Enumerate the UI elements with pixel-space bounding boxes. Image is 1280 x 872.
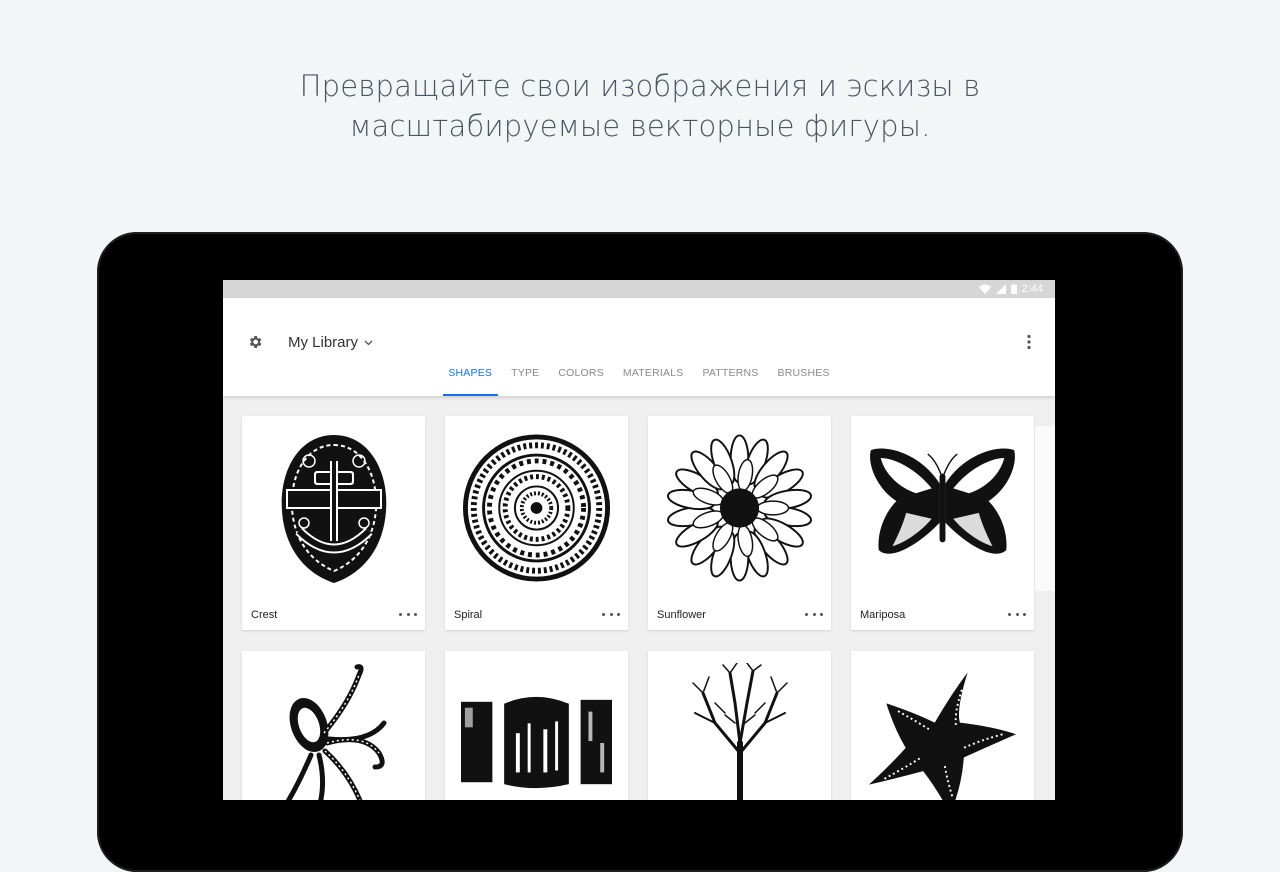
chevron-down-icon [364, 340, 373, 345]
tablet-screen: 2:44 My Library SHAPES TYPE COLORS MATER… [223, 280, 1055, 800]
sunflower-shape-icon [664, 428, 815, 588]
shapes-grid: Crest Spiral Sunflower Mariposa [242, 416, 1034, 800]
promo-headline-line-1: Превращайте свои изображения и эскизы в [299, 69, 981, 103]
shape-card-label: Spiral [454, 609, 483, 621]
scroll-handle[interactable] [1035, 426, 1055, 591]
brush-blocks-shape-icon [461, 663, 612, 800]
shape-card-tree[interactable] [648, 651, 831, 800]
tab-colors[interactable]: COLORS [549, 366, 614, 396]
shape-card-starfish[interactable] [851, 651, 1034, 800]
shape-card-brush-blocks[interactable] [445, 651, 628, 800]
library-selector[interactable]: My Library [288, 334, 373, 351]
library-title: My Library [288, 334, 359, 351]
status-time: 2:44 [1021, 283, 1043, 295]
more-options-icon[interactable] [602, 608, 620, 620]
shape-card-sunflower[interactable]: Sunflower [648, 416, 831, 630]
promo-headline-line-2: масштабируемые векторные фигуры. [349, 109, 931, 143]
tab-shapes[interactable]: SHAPES [439, 366, 502, 396]
more-options-icon[interactable] [1008, 608, 1026, 620]
octopus-shape-icon [258, 663, 409, 800]
wifi-icon [978, 284, 991, 294]
tab-type[interactable]: TYPE [502, 366, 549, 396]
promo-headline: Превращайте свои изображения и эскизы в … [0, 66, 1280, 146]
app-bar: My Library SHAPES TYPE COLORS MATERIALS … [223, 298, 1055, 396]
signal-icon [995, 284, 1006, 294]
starfish-shape-icon [867, 663, 1018, 800]
shape-card-crest[interactable]: Crest [242, 416, 425, 630]
tab-materials[interactable]: MATERIALS [613, 366, 693, 396]
shape-card-label: Mariposa [860, 609, 906, 621]
overflow-menu-icon[interactable] [1021, 334, 1037, 350]
shape-card-octopus[interactable] [242, 651, 425, 800]
status-icons: 2:44 [978, 282, 1043, 296]
crest-shape-icon [258, 428, 409, 588]
shape-card-label: Sunflower [657, 609, 706, 621]
category-tabs: SHAPES TYPE COLORS MATERIALS PATTERNS BR… [223, 366, 1055, 396]
tab-patterns[interactable]: PATTERNS [693, 366, 768, 396]
shape-card-spiral[interactable]: Spiral [445, 416, 628, 630]
butterfly-shape-icon [867, 428, 1018, 588]
tab-brushes[interactable]: BRUSHES [768, 366, 839, 396]
status-bar: 2:44 [223, 280, 1055, 298]
more-options-icon[interactable] [399, 608, 417, 620]
more-options-icon[interactable] [805, 608, 823, 620]
shape-card-mariposa[interactable]: Mariposa [851, 416, 1034, 630]
tree-shape-icon [664, 663, 815, 800]
spiral-shape-icon [461, 428, 612, 588]
battery-icon [1010, 284, 1017, 294]
shape-card-label: Crest [251, 609, 278, 621]
settings-gear-icon[interactable] [247, 334, 263, 350]
